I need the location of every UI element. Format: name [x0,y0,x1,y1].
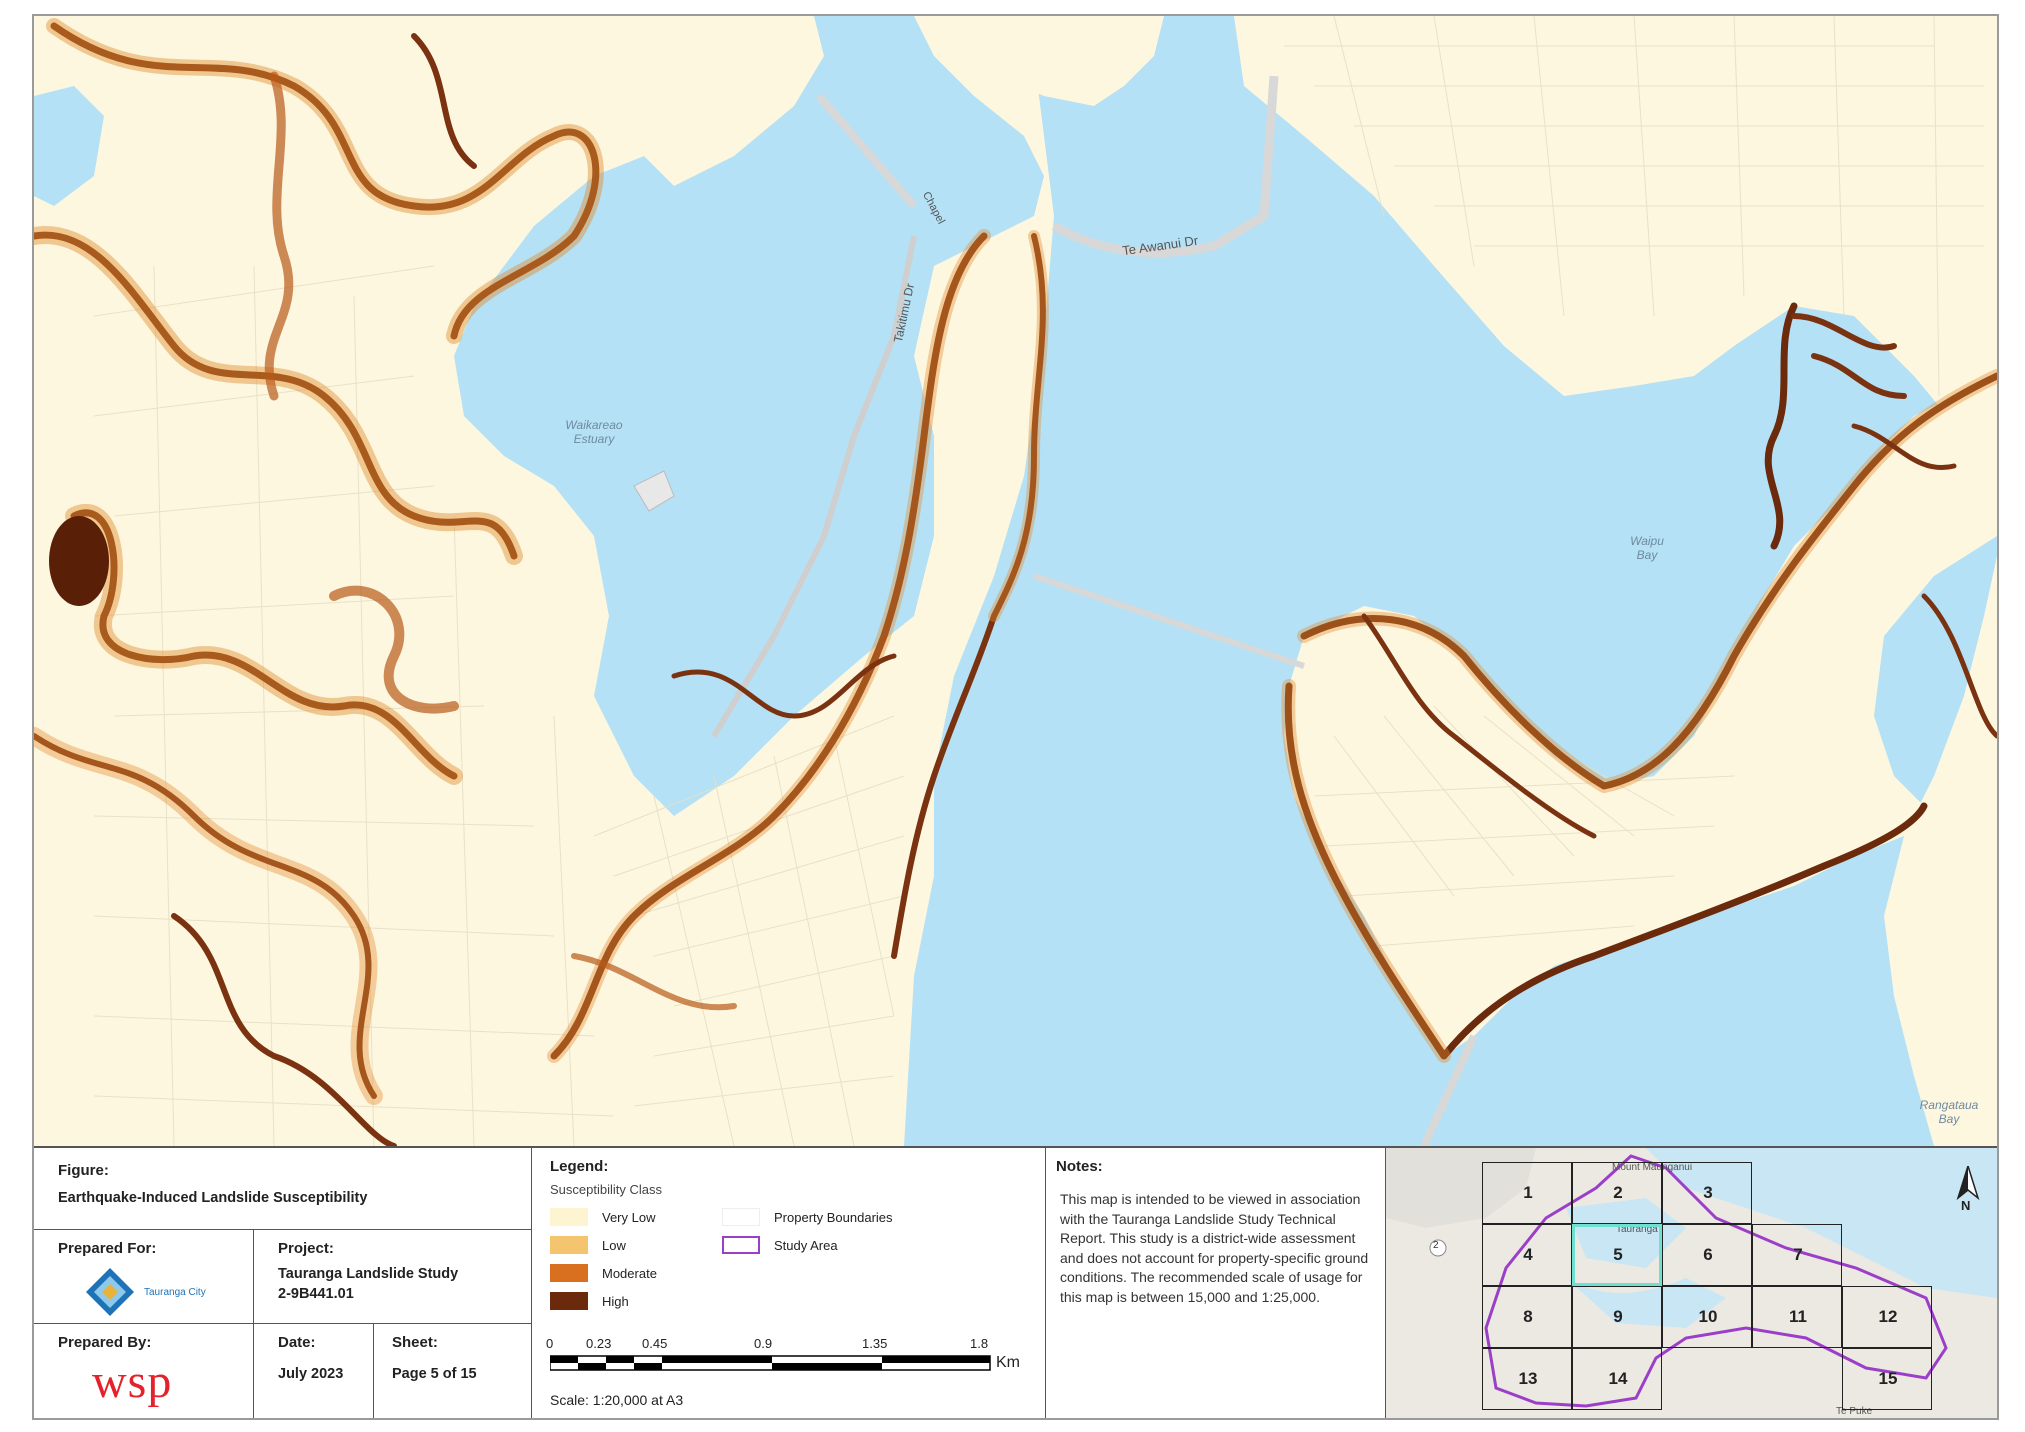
north-arrow: N [1956,1163,1980,1216]
high-patch [49,516,109,606]
legend-moderate-label: Moderate [602,1265,657,1281]
prepared-for-label: Prepared For: [58,1240,157,1257]
legend-high-label: High [602,1293,629,1309]
sheet-tile-2[interactable]: 2 [1572,1162,1662,1224]
prepared-for-cell: Prepared For: Tauranga City [34,1230,254,1324]
scale-unit: Km [996,1354,1020,1371]
tauranga-logo-icon [86,1268,134,1316]
scale-bar-graphic [550,1355,991,1371]
north-arrow-icon [1956,1163,1980,1201]
wsp-logo: wsp [92,1355,173,1408]
very-low-swatch [550,1208,588,1226]
sheet-tile-7[interactable]: 7 [1752,1224,1842,1286]
sheet-cell: Sheet: Page 5 of 15 [374,1324,532,1418]
project-cell: Project: Tauranga Landslide Study 2-9B44… [254,1230,532,1324]
scale-tick-0: 0 [546,1336,554,1351]
sheet-tile-13[interactable]: 13 [1482,1348,1572,1410]
scale-text: Scale: 1:20,000 at A3 [550,1392,684,1408]
legend-very-low: Very Low [550,1208,655,1226]
prepared-by-cell: Prepared By: wsp [34,1324,254,1418]
figure-cell: Figure: Earthquake-Induced Landslide Sus… [34,1148,532,1230]
susceptibility-map [34,16,1997,1146]
client-name: Tauranga City [144,1286,206,1298]
notes-cell: Notes: This map is intended to be viewed… [1046,1148,1386,1418]
low-swatch [550,1236,588,1254]
project-name: Tauranga Landslide Study [278,1266,459,1282]
notes-heading: Notes: [1056,1158,1103,1175]
north-label: N [1961,1198,1971,1213]
label-waikareao: Waikareao Estuary [565,418,623,446]
sheet-tile-14[interactable]: 14 [1572,1348,1662,1410]
sheet-label: Sheet: [392,1334,438,1351]
legend-very-low-label: Very Low [602,1209,656,1225]
sheet-tile-4[interactable]: 4 [1482,1224,1572,1286]
sheet-tile-6[interactable]: 6 [1662,1224,1752,1286]
sheet-grid: 1 2 3 4 5 6 7 8 9 10 11 12 13 14 15 [1482,1162,1932,1412]
high-swatch [550,1292,588,1310]
scale-tick-4: 1.35 [862,1336,888,1351]
scale-tick-2: 0.45 [642,1336,668,1351]
legend-study-area-label: Study Area [774,1237,838,1253]
date-label: Date: [278,1334,316,1351]
client-logo: Tauranga City [84,1266,206,1318]
legend-low: Low [550,1236,626,1254]
scale-bar: 0 0.23 0.45 0.9 1.35 1.8 Km [546,1336,1030,1376]
sheet-tile-9[interactable]: 9 [1572,1286,1662,1348]
sheet-tile-11[interactable]: 11 [1752,1286,1842,1348]
title-block: Figure: Earthquake-Induced Landslide Sus… [34,1146,1997,1418]
legend-cell: Legend: Susceptibility Class Very Low Lo… [532,1148,1046,1418]
legend-heading: Legend: [550,1158,609,1175]
date-value: July 2023 [278,1366,344,1382]
legend-high: High [550,1292,629,1310]
sheet-tile-8[interactable]: 8 [1482,1286,1572,1348]
legend-moderate: Moderate [550,1264,657,1282]
date-cell: Date: July 2023 [254,1324,374,1418]
map-view[interactable]: Waikareao Estuary Waipu Bay Rangataua Ba… [34,16,1997,1146]
figure-label: Figure: [58,1162,109,1179]
moderate-swatch [550,1264,588,1282]
project-label: Project: [278,1240,334,1257]
sheet-tile-3[interactable]: 3 [1662,1162,1752,1224]
sheet-tile-12[interactable]: 12 [1842,1286,1932,1348]
legend-study-area: Study Area [722,1236,838,1254]
notes-text: This map is intended to be viewed in ass… [1060,1191,1369,1305]
prepared-by-label: Prepared By: [58,1334,152,1351]
legend-property-boundaries: Property Boundaries [722,1208,893,1226]
map-sheet: Waikareao Estuary Waipu Bay Rangataua Ba… [32,14,1999,1420]
sheet-tile-1[interactable]: 1 [1482,1162,1572,1224]
label-rangataua: Rangataua Bay [1919,1098,1979,1126]
property-boundaries-swatch [722,1208,760,1226]
inset-highway-label: 2 [1433,1240,1439,1251]
scale-tick-1: 0.23 [586,1336,612,1351]
inset-map: 2 Mount Maunganui Tauranga Te Puke 1 2 3… [1386,1148,1997,1418]
sheet-value: Page 5 of 15 [392,1366,477,1382]
legend-class-title: Susceptibility Class [550,1182,662,1197]
sheet-tile-5-current[interactable]: 5 [1572,1224,1662,1286]
legend-low-label: Low [602,1237,626,1253]
project-number: 2-9B441.01 [278,1286,354,1302]
scale-tick-3: 0.9 [754,1336,773,1351]
sheet-tile-10[interactable]: 10 [1662,1286,1752,1348]
scale-tick-5: 1.8 [970,1336,989,1351]
study-area-swatch [722,1236,760,1254]
sheet-tile-15[interactable]: 15 [1842,1348,1932,1410]
figure-title: Earthquake-Induced Landslide Susceptibil… [58,1190,368,1206]
label-waipu: Waipu Bay [1630,534,1664,562]
legend-property-boundaries-label: Property Boundaries [774,1209,893,1225]
